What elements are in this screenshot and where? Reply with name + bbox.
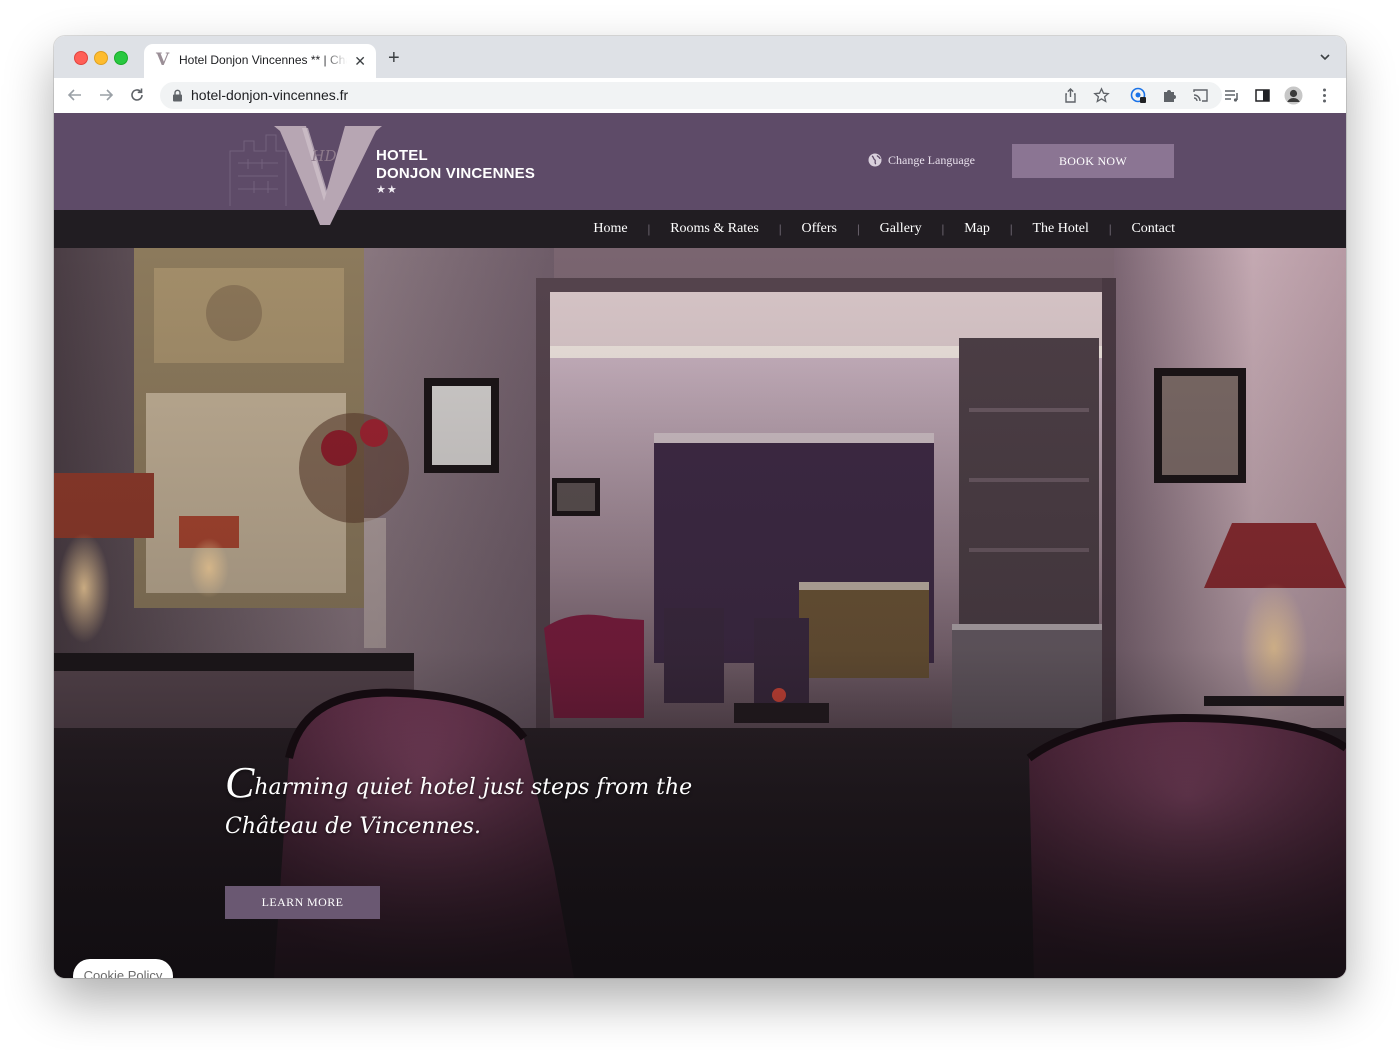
cookie-policy-button[interactable]: Cookie Policy (73, 959, 173, 978)
lock-icon (173, 89, 182, 102)
learn-more-button[interactable]: LEARN MORE (225, 886, 380, 919)
tagline-initial: C (225, 758, 255, 807)
nav-home[interactable]: Home (593, 221, 627, 237)
site-favicon-icon: V (156, 50, 170, 70)
media-queue-icon[interactable] (1223, 87, 1240, 104)
nav-separator: | (778, 221, 782, 236)
new-tab-icon[interactable]: + (388, 48, 400, 68)
tab-close-icon[interactable]: ✕ (354, 53, 366, 69)
browser-toolbar: hotel-donjon-vincennes.fr (54, 78, 1346, 114)
bookmark-star-icon[interactable] (1093, 87, 1110, 104)
hotel-stars: ★★ (376, 184, 398, 196)
hotel-name-line2: DONJON VINCENNES (376, 165, 536, 182)
nav-contact[interactable]: Contact (1131, 221, 1175, 237)
hero-tagline: Charming quiet hotel just steps from the… (225, 761, 745, 846)
back-arrow-icon[interactable] (66, 86, 84, 104)
side-panel-icon[interactable] (1254, 87, 1271, 104)
browser-menu-icon[interactable] (1316, 87, 1333, 104)
browser-window: V Hotel Donjon Vincennes ** | Charming h… (54, 36, 1346, 978)
browser-tab-active[interactable]: V Hotel Donjon Vincennes ** | Charming h… (144, 44, 376, 78)
forward-arrow-icon[interactable] (97, 86, 115, 104)
extension-account-icon[interactable] (1130, 87, 1147, 104)
cast-icon[interactable] (1192, 87, 1209, 104)
hero-lounge-image (54, 248, 1346, 978)
tagline-line2: Château de Vincennes. (225, 814, 482, 839)
book-now-button[interactable]: BOOK NOW (1012, 144, 1174, 178)
nav-separator: | (941, 221, 945, 236)
minimize-window-button[interactable] (94, 51, 108, 65)
hotel-name-line1: HOTEL (376, 147, 428, 164)
nav-the-hotel[interactable]: The Hotel (1032, 221, 1088, 237)
profile-avatar-icon[interactable] (1284, 86, 1303, 105)
nav-separator: | (856, 221, 860, 236)
nav-offers[interactable]: Offers (801, 221, 837, 237)
nav-separator: | (647, 221, 651, 236)
tab-strip: V Hotel Donjon Vincennes ** | Charming h… (54, 36, 1346, 78)
nav-separator: | (1108, 221, 1112, 236)
tagline-line1: harming quiet hotel just steps from the (254, 775, 693, 800)
maximize-window-button[interactable] (114, 51, 128, 65)
site-header: HD HOTEL DONJON VINCENNES ★★ Change Lang… (54, 113, 1346, 225)
extensions-puzzle-icon[interactable] (1161, 87, 1178, 104)
change-language-label: Change Language (888, 153, 975, 167)
change-language-link[interactable]: Change Language (868, 153, 975, 167)
nav-separator: | (1009, 221, 1013, 236)
hotel-name: HOTEL DONJON VINCENNES (376, 147, 535, 183)
nav-gallery[interactable]: Gallery (880, 221, 922, 237)
address-bar[interactable]: hotel-donjon-vincennes.fr (160, 82, 1222, 109)
share-icon[interactable] (1062, 87, 1079, 104)
web-page: HD HOTEL DONJON VINCENNES ★★ Change Lang… (54, 113, 1346, 978)
tab-search-chevron-icon[interactable] (1318, 50, 1332, 64)
hero-section: Charming quiet hotel just steps from the… (54, 248, 1346, 978)
url-text: hotel-donjon-vincennes.fr (191, 87, 349, 103)
globe-icon (868, 153, 882, 167)
nav-map[interactable]: Map (964, 221, 990, 237)
reload-icon[interactable] (128, 86, 146, 104)
svg-text:HD: HD (310, 147, 336, 165)
close-window-button[interactable] (74, 51, 88, 65)
tab-title: Hotel Donjon Vincennes ** | Charming hot… (179, 53, 347, 67)
nav-rooms-rates[interactable]: Rooms & Rates (670, 221, 759, 237)
hotel-logo[interactable]: HD HOTEL DONJON VINCENNES ★★ (224, 121, 554, 231)
